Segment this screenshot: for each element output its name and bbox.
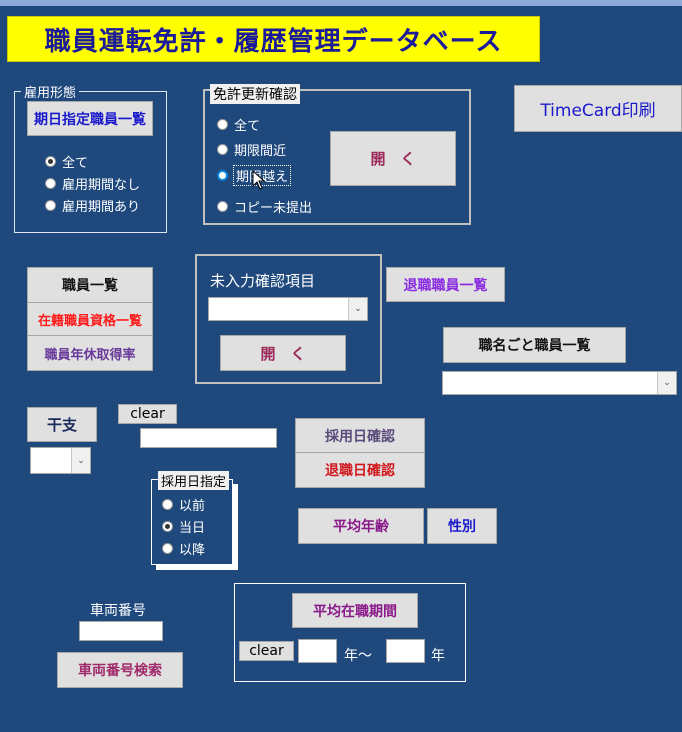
gender-button[interactable]: 性別 xyxy=(427,508,497,544)
combo-value xyxy=(31,448,71,473)
tenure-from-input[interactable] xyxy=(298,639,337,663)
clear-button[interactable]: clear xyxy=(118,404,177,424)
position-combo[interactable]: ⌄ xyxy=(442,371,677,395)
retire-date-check-button[interactable]: 退職日確認 xyxy=(295,452,425,488)
employment-radio-with-period[interactable]: 雇用期間あり xyxy=(45,196,140,215)
vehicle-number-input[interactable] xyxy=(79,621,163,641)
hire-date-spec-legend: 採用日指定 xyxy=(158,471,230,490)
employment-radio-no-period[interactable]: 雇用期間なし xyxy=(45,174,140,193)
radio-label: 全て xyxy=(234,119,261,134)
license-open-button[interactable]: 開 く xyxy=(330,131,456,186)
dated-staff-list-button[interactable]: 期日指定職員一覧 xyxy=(27,101,153,136)
radio-icon[interactable] xyxy=(45,156,56,167)
unentered-open-button[interactable]: 開 く xyxy=(220,335,346,371)
timecard-print-button[interactable]: TimeCard印刷 xyxy=(514,85,682,132)
eto-button[interactable]: 干支 xyxy=(27,407,97,442)
license-radio-near-expiry[interactable]: 期限間近 xyxy=(217,140,286,159)
hire-radio-before[interactable]: 以前 xyxy=(162,495,205,514)
tenure-to-input[interactable] xyxy=(386,639,425,663)
active-staff-qualification-button[interactable]: 在籍職員資格一覧 xyxy=(27,302,153,336)
unentered-check-label: 未入力確認項目 xyxy=(210,272,316,290)
hire-radio-after[interactable]: 以降 xyxy=(162,539,205,558)
license-radio-copy-missing[interactable]: コピー未提出 xyxy=(217,197,312,216)
radio-label: 雇用期間あり xyxy=(62,200,141,215)
tenure-to-unit: 年 xyxy=(431,648,445,664)
radio-label: 全て xyxy=(62,156,89,171)
hire-date-check-button[interactable]: 採用日確認 xyxy=(295,418,425,453)
radio-icon[interactable] xyxy=(162,543,173,554)
radio-icon[interactable] xyxy=(45,200,56,211)
radio-icon[interactable] xyxy=(217,201,228,212)
radio-icon[interactable] xyxy=(162,521,173,532)
chevron-down-icon[interactable]: ⌄ xyxy=(348,298,367,320)
tenure-from-unit: 年〜 xyxy=(344,648,372,664)
radio-label: 以降 xyxy=(179,543,206,558)
unentered-check-combo[interactable]: ⌄ xyxy=(208,297,368,321)
page-title: 職員運転免許・履歴管理データベース xyxy=(7,16,540,62)
radio-icon[interactable] xyxy=(162,499,173,510)
license-radio-all[interactable]: 全て xyxy=(217,115,260,134)
radio-icon[interactable] xyxy=(217,144,228,155)
chevron-down-icon[interactable]: ⌄ xyxy=(71,448,90,473)
mouse-cursor-icon xyxy=(252,170,266,190)
radio-icon[interactable] xyxy=(217,170,228,181)
average-age-button[interactable]: 平均年齢 xyxy=(298,508,424,544)
retired-staff-list-button[interactable]: 退職職員一覧 xyxy=(386,267,505,302)
radio-label: コピー未提出 xyxy=(234,201,313,216)
staff-by-position-button[interactable]: 職名ごと職員一覧 xyxy=(443,327,626,363)
eto-combo[interactable]: ⌄ xyxy=(30,447,91,474)
vehicle-number-search-button[interactable]: 車両番号検索 xyxy=(57,652,183,688)
average-tenure-button[interactable]: 平均在職期間 xyxy=(292,593,418,628)
staff-list-button[interactable]: 職員一覧 xyxy=(27,267,153,303)
radio-label: 雇用期間なし xyxy=(62,178,141,193)
staff-leave-rate-button[interactable]: 職員年休取得率 xyxy=(27,335,153,371)
radio-icon[interactable] xyxy=(217,119,228,130)
license-renewal-legend: 免許更新確認 xyxy=(210,84,300,104)
radio-label: 以前 xyxy=(179,499,206,514)
combo-value xyxy=(209,298,348,320)
employment-radio-all[interactable]: 全て xyxy=(45,152,88,171)
tenure-clear-button[interactable]: clear xyxy=(239,641,294,661)
chevron-down-icon[interactable]: ⌄ xyxy=(657,372,676,394)
window-top-strip xyxy=(0,0,682,6)
vehicle-number-label: 車両番号 xyxy=(90,603,146,619)
radio-label: 期限間近 xyxy=(234,144,287,159)
radio-icon[interactable] xyxy=(45,178,56,189)
employment-type-legend: 雇用形態 xyxy=(21,82,80,101)
search-input[interactable] xyxy=(140,428,277,448)
combo-value xyxy=(443,372,657,394)
radio-label: 当日 xyxy=(179,521,206,536)
hire-radio-same-day[interactable]: 当日 xyxy=(162,517,205,536)
